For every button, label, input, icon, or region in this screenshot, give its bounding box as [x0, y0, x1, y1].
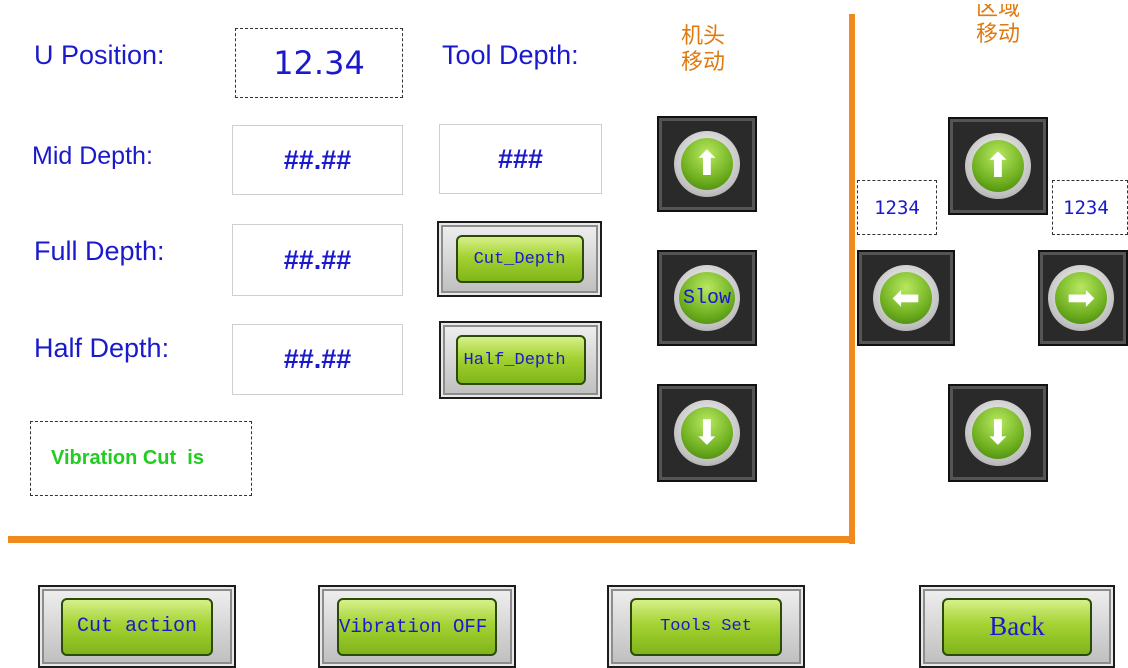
area-left-button[interactable]: ⬅: [857, 250, 955, 346]
arrow-right-icon: ➡: [1066, 278, 1096, 318]
vibration-off-button-label: Vibration OFF: [339, 615, 488, 638]
half-depth-button-label: Half_Depth: [463, 350, 566, 370]
half-depth-button[interactable]: Half_Depth: [439, 321, 602, 399]
tools-set-button-label: Tools Set: [660, 617, 752, 636]
cut-action-button-label: Cut action: [76, 615, 198, 638]
arrow-left-icon: ⬅: [891, 278, 921, 318]
area-right-button[interactable]: ➡: [1038, 250, 1128, 346]
back-button-label: Back: [989, 611, 1045, 641]
u-position-label: U Position:: [34, 40, 165, 70]
full-depth-label: Full Depth:: [34, 236, 165, 266]
full-depth-field[interactable]: ##.##: [232, 224, 403, 296]
area-move-title-line2: 移动: [975, 22, 1020, 47]
area-right-value-box: 1234: [1052, 180, 1128, 235]
slow-label: Slow: [682, 286, 731, 310]
arrow-up-icon: ⬆: [692, 144, 722, 184]
tool-depth-field[interactable]: ###: [439, 124, 602, 194]
arrow-down-icon: ⬇: [692, 413, 722, 453]
cut-depth-button-label: Cut_Depth: [473, 249, 566, 269]
area-up-button[interactable]: ⬆: [948, 117, 1048, 215]
area-move-title: 区域 移动: [948, 4, 1048, 64]
head-slow-button[interactable]: Slow: [657, 250, 757, 346]
mid-depth-label: Mid Depth:: [32, 142, 153, 170]
vibration-status-box: Vibration Cut is: [30, 421, 252, 496]
head-move-title-line2: 移动: [680, 50, 725, 75]
panel-divider-vertical: [849, 14, 855, 544]
half-depth-field[interactable]: ##.##: [232, 324, 403, 395]
area-left-value-box: 1234: [857, 180, 937, 235]
cut-action-button-face: Cut action: [61, 597, 213, 656]
area-right-value: 1234: [1063, 196, 1109, 219]
head-down-button[interactable]: ⬇: [657, 384, 757, 482]
back-button[interactable]: Back: [919, 585, 1115, 668]
vibration-off-button[interactable]: Vibration OFF: [318, 585, 516, 668]
cut-depth-button[interactable]: Cut_Depth: [437, 221, 602, 297]
tool-depth-label: Tool Depth:: [442, 40, 579, 70]
head-up-button[interactable]: ⬆: [657, 116, 757, 212]
cut-action-button[interactable]: Cut action: [38, 585, 236, 668]
cut-depth-button-face: Cut_Depth: [455, 235, 584, 283]
tools-set-button[interactable]: Tools Set: [607, 585, 805, 668]
tools-set-button-face: Tools Set: [630, 597, 782, 656]
u-position-text: 12.34: [273, 44, 365, 82]
area-move-title-line1: 区域: [975, 4, 1020, 21]
back-button-face: Back: [942, 597, 1092, 656]
mid-depth-field[interactable]: ##.##: [232, 125, 403, 195]
panel-divider-horizontal: [8, 536, 855, 543]
vibration-status-text: Vibration Cut is: [51, 447, 204, 469]
head-move-title-line1: 机头: [680, 24, 725, 49]
u-position-value: 12.34: [235, 28, 403, 98]
area-left-value: 1234: [874, 196, 920, 219]
vibration-off-button-face: Vibration OFF: [337, 597, 497, 656]
half-depth-button-face: Half_Depth: [455, 335, 586, 385]
arrow-down-icon: ⬇: [983, 413, 1013, 453]
arrow-up-icon: ⬆: [983, 146, 1013, 186]
half-depth-label: Half Depth:: [34, 333, 170, 363]
area-down-button[interactable]: ⬇: [948, 384, 1048, 482]
head-move-title: 机头 移动: [668, 24, 738, 76]
